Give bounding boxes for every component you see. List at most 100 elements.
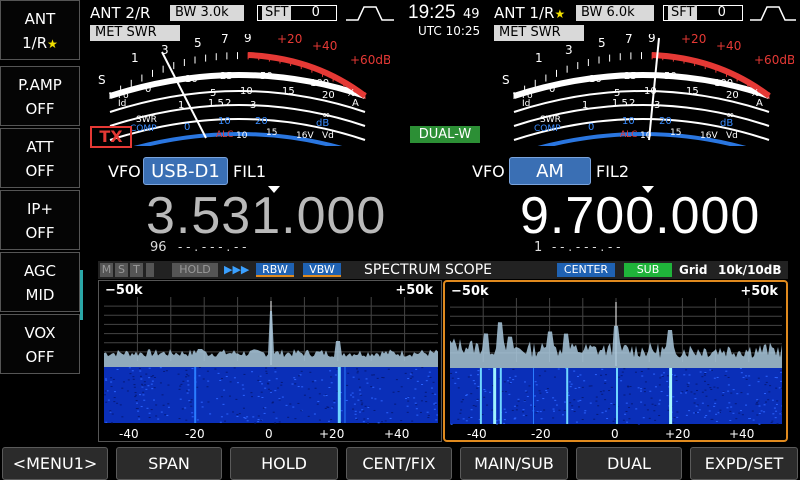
side-ant-button[interactable]: ANT 1/R★ bbox=[0, 0, 80, 60]
waterfall-noise bbox=[707, 405, 710, 407]
hold-button[interactable]: HOLD bbox=[230, 447, 338, 480]
waterfall-noise bbox=[301, 386, 304, 388]
waterfall-noise bbox=[238, 413, 241, 415]
waterfall-noise bbox=[138, 367, 141, 369]
sub-scope-panel[interactable]: −50k +50k -40 -20 0 +20 +40 bbox=[443, 280, 788, 442]
waterfall-noise bbox=[771, 399, 774, 401]
waterfall-noise bbox=[640, 370, 643, 372]
waterfall-noise bbox=[425, 380, 428, 382]
waterfall-noise bbox=[590, 385, 593, 387]
dual-button[interactable]: DUAL bbox=[576, 447, 682, 480]
waterfall-noise bbox=[770, 422, 773, 424]
waterfall-noise bbox=[160, 411, 163, 413]
waterfall-noise bbox=[360, 404, 363, 406]
sub-mode-button[interactable]: AM bbox=[509, 157, 591, 185]
waterfall-noise bbox=[384, 420, 387, 422]
side-vox-button[interactable]: VOX OFF bbox=[0, 314, 80, 374]
sub-frequency[interactable]: 9.700.000 bbox=[520, 186, 760, 246]
waterfall-noise bbox=[352, 396, 355, 398]
meter-po-label: 25 bbox=[220, 71, 233, 82]
waterfall-noise bbox=[185, 376, 188, 378]
waterfall-noise bbox=[427, 375, 430, 377]
waterfall-noise bbox=[376, 377, 379, 379]
waterfall-noise bbox=[151, 380, 154, 382]
waterfall-noise bbox=[470, 409, 473, 411]
waterfall-noise bbox=[740, 372, 743, 374]
menu1-button[interactable]: <MENU1> bbox=[2, 447, 108, 480]
waterfall-noise bbox=[534, 395, 537, 397]
waterfall-noise bbox=[119, 404, 122, 406]
dual-watch-indicator: DUAL-W bbox=[410, 126, 480, 143]
waterfall-noise bbox=[666, 395, 669, 397]
waterfall-noise bbox=[716, 387, 719, 389]
side-preamp-button[interactable]: P.AMP OFF bbox=[0, 66, 80, 126]
meter-comp-label: dB bbox=[720, 118, 733, 129]
span-button[interactable]: SPAN bbox=[116, 447, 222, 480]
agc-indicator bbox=[80, 270, 83, 320]
scope-vbw-button[interactable]: VBW bbox=[303, 263, 341, 277]
waterfall-noise bbox=[768, 391, 771, 393]
waterfall-noise bbox=[436, 414, 438, 416]
cent-fix-button[interactable]: CENT/FIX bbox=[346, 447, 452, 480]
meter-comp-label: 0 bbox=[588, 122, 594, 133]
waterfall-noise bbox=[643, 404, 646, 406]
scope-center-badge[interactable]: CENTER bbox=[557, 263, 615, 277]
waterfall-noise bbox=[469, 374, 472, 376]
waterfall-noise bbox=[226, 413, 229, 415]
waterfall-noise bbox=[666, 375, 669, 377]
waterfall-noise bbox=[476, 399, 479, 401]
sub-bw-chip[interactable]: BW 6.0k bbox=[576, 5, 654, 21]
waterfall-noise bbox=[287, 416, 290, 418]
waterfall-noise bbox=[137, 410, 140, 412]
sub-sft-chip[interactable]: SFT 0 bbox=[663, 5, 743, 21]
waterfall-noise bbox=[134, 392, 137, 394]
waterfall-noise bbox=[222, 403, 225, 405]
scope-sub-badge[interactable]: SUB bbox=[624, 263, 672, 277]
waterfall-noise bbox=[704, 371, 707, 373]
waterfall-noise bbox=[602, 390, 605, 392]
waterfall-noise bbox=[703, 380, 706, 382]
waterfall-noise bbox=[507, 380, 510, 382]
side-ant-line2: 1/R bbox=[22, 34, 48, 52]
main-bw-chip[interactable]: BW 3.0k bbox=[170, 5, 244, 21]
main-sft-chip[interactable]: SFT 0 bbox=[257, 5, 337, 21]
waterfall-noise bbox=[200, 401, 203, 403]
main-scope-panel[interactable]: −50k +50k -40 -20 0 +20 +40 bbox=[98, 280, 442, 442]
filter-shape-icon bbox=[750, 6, 796, 21]
side-att-button[interactable]: ATT OFF bbox=[0, 128, 80, 188]
waterfall-noise bbox=[278, 421, 281, 423]
waterfall-noise bbox=[157, 418, 160, 420]
waterfall-noise bbox=[148, 377, 151, 379]
waterfall-noise bbox=[748, 375, 751, 377]
waterfall-noise bbox=[508, 393, 511, 395]
waterfall-noise bbox=[637, 423, 640, 425]
main-sft-label: SFT bbox=[262, 5, 292, 20]
waterfall-noise bbox=[650, 397, 653, 399]
waterfall-noise bbox=[121, 387, 124, 389]
waterfall-noise bbox=[179, 398, 182, 400]
waterfall-noise bbox=[710, 418, 713, 420]
waterfall-noise bbox=[730, 392, 733, 394]
scope-rbw-button[interactable]: RBW bbox=[256, 263, 294, 277]
waterfall-noise bbox=[180, 383, 183, 385]
waterfall-noise bbox=[143, 399, 146, 401]
waterfall-signal bbox=[533, 368, 534, 424]
waterfall-noise bbox=[277, 387, 280, 389]
waterfall-noise bbox=[457, 418, 460, 420]
waterfall-noise bbox=[274, 371, 277, 373]
expd-set-button[interactable]: EXPD/SET bbox=[690, 447, 798, 480]
waterfall-signal bbox=[337, 367, 341, 423]
main-sub-button[interactable]: MAIN/SUB bbox=[460, 447, 568, 480]
waterfall-noise bbox=[366, 382, 369, 384]
waterfall-noise bbox=[410, 372, 413, 374]
waterfall-noise bbox=[745, 404, 748, 406]
side-ipplus-button[interactable]: IP+ OFF bbox=[0, 190, 80, 250]
main-frequency[interactable]: 3.531.000 bbox=[146, 186, 386, 246]
waterfall-noise bbox=[756, 399, 759, 401]
waterfall-noise bbox=[540, 418, 543, 420]
waterfall-noise bbox=[460, 401, 463, 403]
main-mode-button[interactable]: USB-D1 bbox=[143, 157, 228, 185]
side-agc-button[interactable]: AGC MID bbox=[0, 252, 80, 312]
waterfall-noise bbox=[186, 380, 189, 382]
waterfall-noise bbox=[687, 382, 690, 384]
